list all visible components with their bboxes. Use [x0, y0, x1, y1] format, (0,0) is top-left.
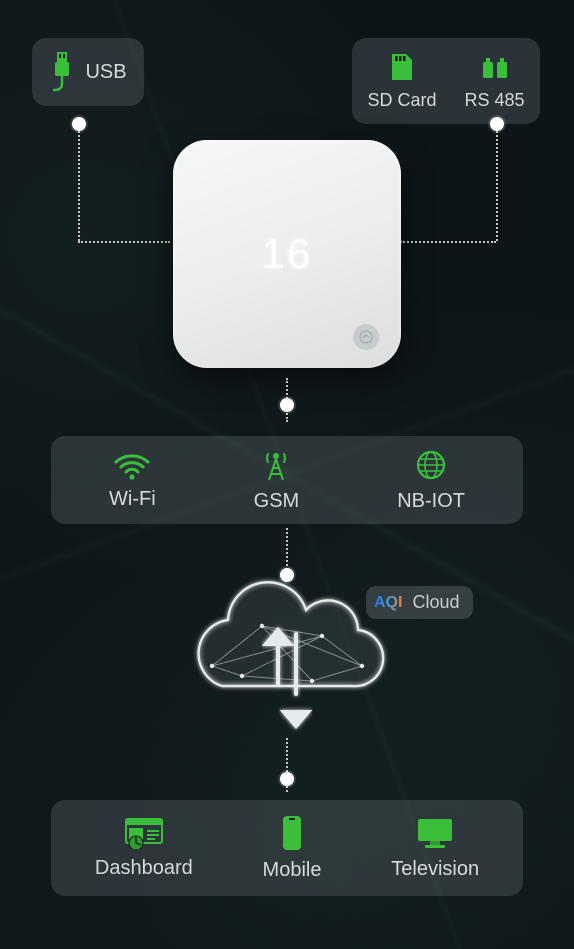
wifi-icon	[112, 450, 152, 480]
sd-item: SD Card	[367, 52, 436, 111]
sd-card-icon	[388, 52, 416, 82]
gsm-item: GSM	[254, 448, 300, 513]
wifi-item: Wi-Fi	[109, 450, 156, 511]
usb-card: USB	[32, 38, 144, 106]
rs485-icon	[480, 52, 510, 82]
device-logo-icon	[353, 324, 379, 350]
connector-line	[78, 131, 80, 241]
cloud-badge: AQI Cloud	[366, 586, 473, 619]
mobile-label: Mobile	[263, 859, 322, 882]
device-reading: 16	[262, 230, 313, 278]
rs485-label: RS 485	[464, 90, 524, 111]
television-icon	[415, 816, 455, 850]
connector-node	[72, 117, 86, 131]
television-label: Television	[391, 858, 479, 881]
device-tile: 16	[173, 140, 401, 368]
connector-line	[400, 241, 496, 243]
dashboard-label: Dashboard	[95, 857, 193, 880]
nbiot-item: NB-IOT	[397, 448, 465, 513]
aqi-brand-icon: AQI	[374, 594, 402, 612]
mobile-item: Mobile	[263, 815, 322, 882]
dashboard-icon	[124, 817, 164, 849]
connector-line	[78, 241, 170, 243]
connector-node	[490, 117, 504, 131]
nbiot-label: NB-IOT	[397, 490, 465, 513]
outputs-card: Dashboard Mobile Television	[51, 800, 523, 896]
connectivity-card: Wi-Fi GSM NB-IOT	[51, 436, 523, 524]
connector-line	[496, 131, 498, 241]
gsm-tower-icon	[259, 448, 293, 482]
dashboard-item: Dashboard	[95, 817, 193, 880]
wifi-label: Wi-Fi	[109, 488, 156, 511]
usb-label: USB	[85, 61, 126, 84]
mobile-icon	[282, 815, 302, 851]
rs485-item: RS 485	[464, 52, 524, 111]
connector-node	[280, 772, 294, 786]
cloud-label: Cloud	[412, 592, 459, 613]
nbiot-globe-icon	[414, 448, 448, 482]
connector-node	[280, 398, 294, 412]
gsm-label: GSM	[254, 490, 300, 513]
television-item: Television	[391, 816, 479, 881]
usb-icon	[49, 52, 75, 92]
sd-label: SD Card	[367, 90, 436, 111]
storage-card: SD Card RS 485	[352, 38, 540, 124]
